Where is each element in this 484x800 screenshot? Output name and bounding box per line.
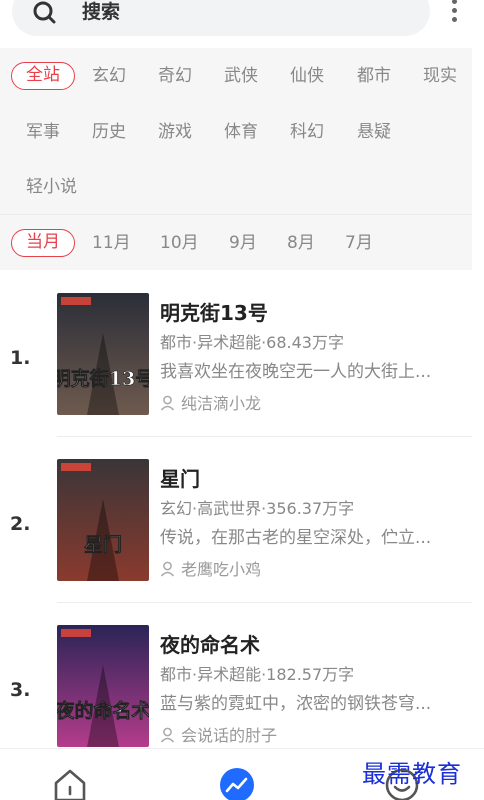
- category-chip-8[interactable]: 历史: [92, 118, 126, 146]
- book-rank: 2.: [10, 513, 31, 535]
- user-icon: [160, 561, 175, 577]
- filter-divider: [0, 214, 472, 215]
- category-chip-9[interactable]: 游戏: [158, 118, 192, 146]
- book-author: 纯洁滴小龙: [160, 390, 262, 413]
- category-chip-1[interactable]: 玄幻: [92, 62, 126, 90]
- home-icon[interactable]: [52, 767, 88, 800]
- month-chip-2[interactable]: 10月: [160, 229, 199, 257]
- user-icon: [160, 727, 175, 743]
- row-divider: [57, 602, 472, 603]
- book-meta: 都市·异术超能·68.43万字: [160, 333, 344, 352]
- month-chip-4[interactable]: 8月: [287, 229, 315, 257]
- search-placeholder: 搜索: [82, 1, 121, 23]
- book-description: 我喜欢坐在夜晚空无一人的大街上...: [160, 362, 432, 382]
- category-chip-7[interactable]: 军事: [26, 118, 60, 146]
- category-chip-11[interactable]: 科幻: [290, 118, 324, 146]
- book-title[interactable]: 星门: [160, 463, 200, 492]
- svg-text:星门: 星门: [84, 533, 122, 556]
- watermark: 最需教育: [362, 760, 462, 788]
- month-chip-1[interactable]: 11月: [92, 229, 131, 257]
- book-title[interactable]: 明克街13号: [160, 297, 268, 326]
- screen: 搜索 全站 玄幻 奇幻 武侠 仙侠 都市 现实军事 历史 游戏 体育 科幻 悬疑轻小说 当月 11月 10…: [0, 0, 484, 800]
- svg-text:夜的命名术: 夜的命名术: [57, 699, 149, 722]
- search-row: 搜索: [0, 0, 484, 46]
- book-rank: 1.: [10, 347, 31, 369]
- ranking-icon[interactable]: [219, 767, 255, 800]
- category-chip-3[interactable]: 武侠: [224, 62, 258, 90]
- book-row[interactable]: 1. 明克街13号 明克街13号 都市·异术超能·68.43万字 我喜欢坐在夜晚空无一人…: [0, 293, 484, 459]
- book-author: 老鹰吃小鸡: [160, 556, 262, 579]
- category-chip-10[interactable]: 体育: [224, 118, 258, 146]
- svg-text:明克街13号: 明克街13号: [57, 367, 149, 390]
- book-description: 蓝与紫的霓虹中，浓密的钢铁苍穹...: [160, 694, 432, 714]
- book-rank: 3.: [10, 679, 31, 701]
- book-cover-image[interactable]: 明克街13号: [57, 293, 149, 415]
- search-bar[interactable]: 搜索: [12, 0, 430, 36]
- category-chip-13[interactable]: 轻小说: [26, 173, 77, 201]
- category-chip-12[interactable]: 悬疑: [357, 118, 391, 146]
- filter-panel: 全站 玄幻 奇幻 武侠 仙侠 都市 现实军事 历史 游戏 体育 科幻 悬疑轻小说 当月 11月 10月 9月…: [0, 48, 472, 270]
- book-meta: 玄幻·高武世界·356.37万字: [160, 499, 355, 518]
- book-cover-image[interactable]: 星门: [57, 459, 149, 581]
- book-title[interactable]: 夜的命名术: [160, 629, 260, 658]
- month-chip-3[interactable]: 9月: [229, 229, 257, 257]
- more-options-icon[interactable]: [446, 0, 464, 24]
- author-name: 会说话的肘子: [181, 726, 278, 745]
- category-chip-6[interactable]: 现实: [423, 62, 457, 90]
- author-name: 老鹰吃小鸡: [181, 560, 262, 579]
- month-chip-0[interactable]: 当月: [11, 229, 75, 257]
- category-chip-4[interactable]: 仙侠: [290, 62, 324, 90]
- book-description: 传说，在那古老的星空深处，伫立...: [160, 528, 432, 548]
- category-chip-2[interactable]: 奇幻: [158, 62, 192, 90]
- book-row[interactable]: 2. 星门 星门 玄幻·高武世界·356.37万字 传说，在那古老的星空深处，伫立...…: [0, 459, 484, 625]
- user-icon: [160, 395, 175, 411]
- category-chip-5[interactable]: 都市: [357, 62, 391, 90]
- author-name: 纯洁滴小龙: [181, 394, 262, 413]
- category-chip-0[interactable]: 全站: [11, 62, 75, 90]
- month-chip-5[interactable]: 7月: [345, 229, 373, 257]
- book-meta: 都市·异术超能·182.57万字: [160, 665, 355, 684]
- search-icon: [33, 1, 56, 24]
- row-divider: [57, 436, 472, 437]
- book-author: 会说话的肘子: [160, 722, 278, 745]
- book-cover-image[interactable]: 夜的命名术: [57, 625, 149, 747]
